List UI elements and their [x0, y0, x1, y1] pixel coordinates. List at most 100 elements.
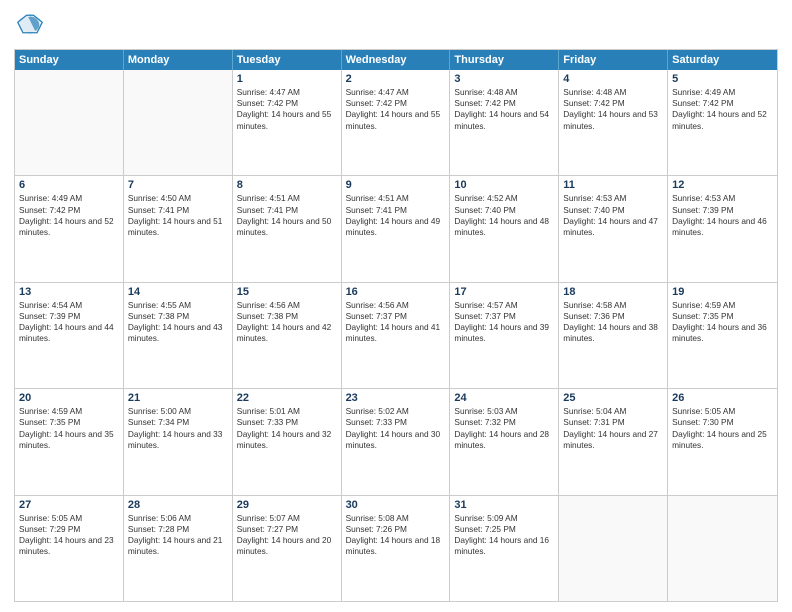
sunrise-line: Sunrise: 4:52 AM	[454, 193, 554, 204]
calendar-cell: 8Sunrise: 4:51 AMSunset: 7:41 PMDaylight…	[233, 176, 342, 281]
calendar-cell: 1Sunrise: 4:47 AMSunset: 7:42 PMDaylight…	[233, 70, 342, 175]
calendar-cell: 24Sunrise: 5:03 AMSunset: 7:32 PMDayligh…	[450, 389, 559, 494]
day-number: 25	[563, 392, 663, 404]
calendar-cell: 12Sunrise: 4:53 AMSunset: 7:39 PMDayligh…	[668, 176, 777, 281]
calendar-cell: 9Sunrise: 4:51 AMSunset: 7:41 PMDaylight…	[342, 176, 451, 281]
sunrise-line: Sunrise: 4:50 AM	[128, 193, 228, 204]
day-number: 1	[237, 73, 337, 85]
sunrise-line: Sunrise: 4:59 AM	[19, 406, 119, 417]
day-number: 30	[346, 499, 446, 511]
sunrise-line: Sunrise: 5:04 AM	[563, 406, 663, 417]
sunset-line: Sunset: 7:38 PM	[128, 311, 228, 322]
calendar-cell: 3Sunrise: 4:48 AMSunset: 7:42 PMDaylight…	[450, 70, 559, 175]
day-number: 10	[454, 179, 554, 191]
sunrise-line: Sunrise: 4:48 AM	[563, 87, 663, 98]
day-number: 21	[128, 392, 228, 404]
calendar-cell: 22 Sunrise: 5:01 AMSunset: 7:33 PMDayligh…	[233, 389, 342, 494]
daylight-line: Daylight: 14 hours and 28 minutes.	[454, 429, 554, 451]
daylight-line: Daylight: 14 hours and 54 minutes.	[454, 109, 554, 131]
sunset-line: Sunset: 7:28 PM	[128, 524, 228, 535]
sunset-line: Sunset: 7:35 PM	[672, 311, 773, 322]
daylight-line: Daylight: 14 hours and 18 minutes.	[346, 535, 446, 557]
sunrise-line: Sunrise: 5:01 AM	[237, 406, 337, 417]
day-number: 18	[563, 286, 663, 298]
sunrise-line: Sunrise: 4:56 AM	[346, 300, 446, 311]
sunset-line: Sunset: 7:31 PM	[563, 417, 663, 428]
daylight-line: Daylight: 14 hours and 20 minutes.	[237, 535, 337, 557]
daylight-line: Daylight: 14 hours and 30 minutes.	[346, 429, 446, 451]
day-number: 31	[454, 499, 554, 511]
calendar-cell	[668, 496, 777, 601]
daylight-line: Daylight: 14 hours and 39 minutes.	[454, 322, 554, 344]
daylight-line: Daylight: 14 hours and 55 minutes.	[346, 109, 446, 131]
daylight-line: Daylight: 14 hours and 48 minutes.	[454, 216, 554, 238]
sunset-line: Sunset: 7:29 PM	[19, 524, 119, 535]
day-number: 4	[563, 73, 663, 85]
day-number: 11	[563, 179, 663, 191]
day-number: 22	[237, 392, 337, 404]
sunset-line: Sunset: 7:33 PM	[237, 417, 337, 428]
day-number: 15	[237, 286, 337, 298]
sunrise-line: Sunrise: 4:51 AM	[346, 193, 446, 204]
header	[14, 10, 778, 43]
calendar-cell: 17Sunrise: 4:57 AMSunset: 7:37 PMDayligh…	[450, 283, 559, 388]
calendar-cell: 7Sunrise: 4:50 AMSunset: 7:41 PMDaylight…	[124, 176, 233, 281]
sunset-line: Sunset: 7:26 PM	[346, 524, 446, 535]
daylight-line: Daylight: 14 hours and 49 minutes.	[346, 216, 446, 238]
sunset-line: Sunset: 7:35 PM	[19, 417, 119, 428]
calendar-cell: 5Sunrise: 4:49 AMSunset: 7:42 PMDaylight…	[668, 70, 777, 175]
weekday-header: Tuesday	[233, 50, 342, 70]
calendar-cell: 16Sunrise: 4:56 AMSunset: 7:37 PMDayligh…	[342, 283, 451, 388]
calendar-cell: 27Sunrise: 5:05 AMSunset: 7:29 PMDayligh…	[15, 496, 124, 601]
daylight-line: Daylight: 14 hours and 36 minutes.	[672, 322, 773, 344]
day-number: 7	[128, 179, 228, 191]
calendar-cell: 21Sunrise: 5:00 AMSunset: 7:34 PMDayligh…	[124, 389, 233, 494]
calendar-cell: 23 Sunrise: 5:02 AMSunset: 7:33 PMDayligh…	[342, 389, 451, 494]
calendar-row: 13Sunrise: 4:54 AMSunset: 7:39 PMDayligh…	[15, 282, 777, 388]
day-number: 19	[672, 286, 773, 298]
calendar-cell: 31Sunrise: 5:09 AMSunset: 7:25 PMDayligh…	[450, 496, 559, 601]
sunset-line: Sunset: 7:40 PM	[454, 205, 554, 216]
sunrise-line: Sunrise: 4:58 AM	[563, 300, 663, 311]
daylight-line: Daylight: 14 hours and 53 minutes.	[563, 109, 663, 131]
sunset-line: Sunset: 7:33 PM	[346, 417, 446, 428]
daylight-line: Daylight: 14 hours and 32 minutes.	[237, 429, 337, 451]
day-number: 29	[237, 499, 337, 511]
sunset-line: Sunset: 7:41 PM	[346, 205, 446, 216]
sunrise-line: Sunrise: 4:47 AM	[346, 87, 446, 98]
daylight-line: Daylight: 14 hours and 27 minutes.	[563, 429, 663, 451]
calendar-cell: 14Sunrise: 4:55 AMSunset: 7:38 PMDayligh…	[124, 283, 233, 388]
sunset-line: Sunset: 7:25 PM	[454, 524, 554, 535]
daylight-line: Daylight: 14 hours and 52 minutes.	[672, 109, 773, 131]
calendar-header: SundayMondayTuesdayWednesdayThursdayFrid…	[15, 50, 777, 70]
sunrise-line: Sunrise: 5:05 AM	[19, 513, 119, 524]
calendar-cell: 20Sunrise: 4:59 AMSunset: 7:35 PMDayligh…	[15, 389, 124, 494]
sunset-line: Sunset: 7:42 PM	[672, 98, 773, 109]
day-number: 5	[672, 73, 773, 85]
sunset-line: Sunset: 7:42 PM	[454, 98, 554, 109]
calendar-cell: 25 Sunrise: 5:04 AMSunset: 7:31 PMDayligh…	[559, 389, 668, 494]
calendar-row: 1Sunrise: 4:47 AMSunset: 7:42 PMDaylight…	[15, 70, 777, 175]
calendar-cell	[124, 70, 233, 175]
sunset-line: Sunset: 7:37 PM	[454, 311, 554, 322]
daylight-line: Daylight: 14 hours and 16 minutes.	[454, 535, 554, 557]
calendar-cell: 15Sunrise: 4:56 AMSunset: 7:38 PMDayligh…	[233, 283, 342, 388]
calendar-cell	[559, 496, 668, 601]
sunset-line: Sunset: 7:41 PM	[237, 205, 337, 216]
day-number: 23	[346, 392, 446, 404]
sunrise-line: Sunrise: 4:57 AM	[454, 300, 554, 311]
weekday-header: Friday	[559, 50, 668, 70]
sunrise-line: Sunrise: 4:56 AM	[237, 300, 337, 311]
sunrise-line: Sunrise: 5:02 AM	[346, 406, 446, 417]
calendar-body: 1Sunrise: 4:47 AMSunset: 7:42 PMDaylight…	[15, 70, 777, 601]
sunrise-line: Sunrise: 5:08 AM	[346, 513, 446, 524]
sunrise-line: Sunrise: 5:00 AM	[128, 406, 228, 417]
weekday-header: Sunday	[15, 50, 124, 70]
calendar-cell: 10 Sunrise: 4:52 AMSunset: 7:40 PMDayligh…	[450, 176, 559, 281]
sunrise-line: Sunrise: 4:54 AM	[19, 300, 119, 311]
day-number: 12	[672, 179, 773, 191]
calendar-cell: 19Sunrise: 4:59 AMSunset: 7:35 PMDayligh…	[668, 283, 777, 388]
daylight-line: Daylight: 14 hours and 44 minutes.	[19, 322, 119, 344]
daylight-line: Daylight: 14 hours and 46 minutes.	[672, 216, 773, 238]
sunrise-line: Sunrise: 4:53 AM	[672, 193, 773, 204]
